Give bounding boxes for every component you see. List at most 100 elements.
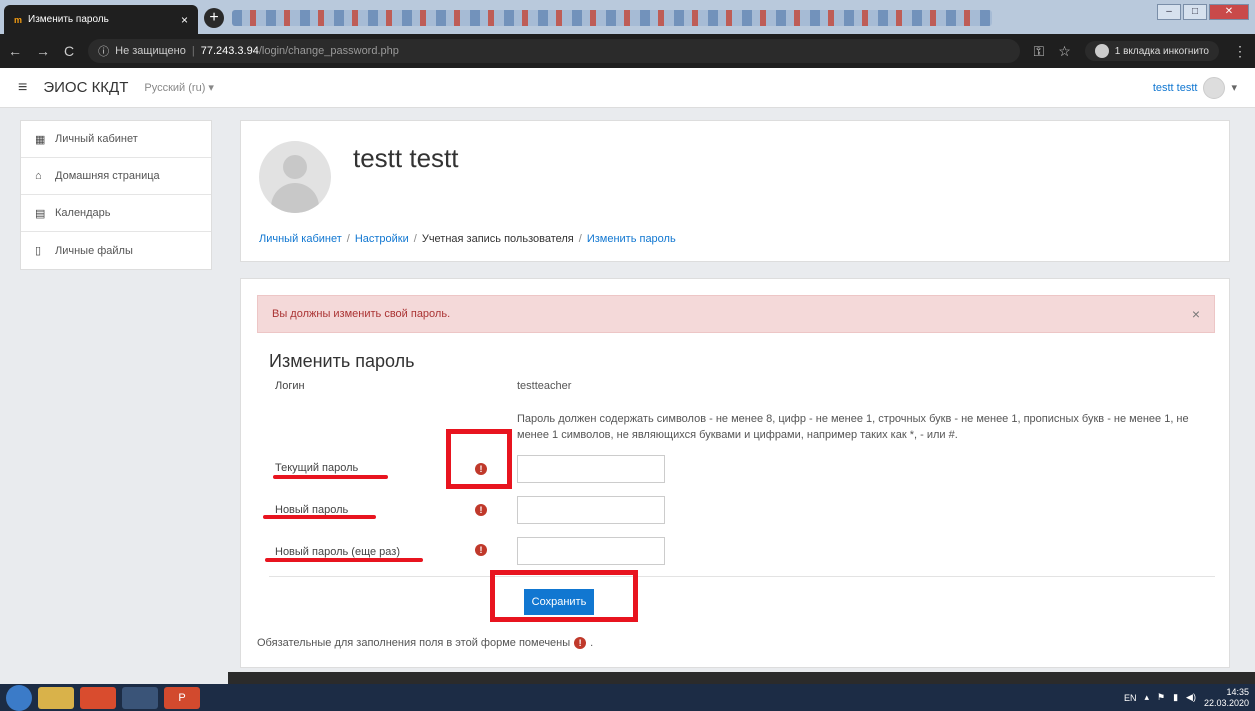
url-security-warning: Не защищено (115, 45, 186, 57)
sidebar-item-calendar[interactable]: ▤ Календарь (21, 195, 211, 232)
maximize-icon[interactable]: □ (1183, 4, 1207, 20)
incognito-label: 1 вкладка инкогнито (1114, 45, 1209, 57)
new-password-again-input[interactable] (517, 537, 665, 565)
tab-title: Изменить пароль (28, 14, 109, 25)
dashboard-icon: ▦ (35, 133, 46, 146)
back-icon[interactable]: ← (8, 43, 22, 59)
sidebar-item-home[interactable]: ⌂ Домашняя страница (21, 158, 211, 195)
browser-tab-bar: m Изменить пароль × + – □ ✕ (0, 0, 1255, 34)
sidebar-item-label: Календарь (55, 207, 111, 219)
profile-avatar (259, 141, 331, 213)
chevron-down-icon: ▾ (1231, 82, 1237, 94)
user-menu-name: testt testt (1152, 81, 1198, 94)
file-explorer-icon[interactable] (38, 686, 74, 709)
info-icon: ⓘ (98, 46, 110, 58)
required-icon: ! (574, 637, 587, 649)
annotation-box-save-button (490, 570, 638, 622)
new-tab-button[interactable]: + (204, 8, 224, 28)
url-path: /login/change_password.php (258, 45, 399, 57)
breadcrumb-change-password[interactable]: Изменить пароль (587, 233, 676, 245)
clock[interactable]: 14:35 22.03.2020 (1204, 687, 1249, 709)
key-icon[interactable]: ⚿ (1034, 43, 1045, 60)
blurred-tab-strip (232, 10, 992, 26)
address-bar: ← → C ⓘ Не защищено | 77.243.3.94/login/… (0, 34, 1255, 68)
breadcrumb-separator: / (578, 233, 582, 245)
user-avatar-icon (1203, 76, 1226, 99)
language-selector[interactable]: Русский (ru) ▾ (144, 81, 214, 94)
annotation-underline-current (273, 475, 388, 479)
minimize-icon[interactable]: – (1157, 4, 1181, 20)
close-alert-icon[interactable]: × (1192, 306, 1200, 322)
file-icon: ▯ (35, 245, 42, 257)
incognito-icon (1094, 44, 1109, 58)
window-controls: – □ ✕ (1157, 4, 1249, 20)
change-password-card: Вы должны изменить свой пароль. × Измени… (240, 278, 1230, 668)
new-password-input[interactable] (517, 496, 665, 524)
page-title: testt testt (353, 143, 459, 173)
sidebar-item-dashboard[interactable]: ▦ Личный кабинет (21, 121, 211, 158)
required-note-end: . (590, 637, 594, 649)
breadcrumb-dashboard[interactable]: Личный кабинет (259, 233, 342, 245)
reload-icon[interactable]: C (64, 43, 74, 59)
breadcrumb-account: Учетная запись пользователя (421, 233, 574, 245)
calendar-icon: ▤ (35, 207, 46, 220)
sidebar-item-label: Домашняя страница (55, 170, 160, 182)
user-menu[interactable]: testt testt ▾ (1152, 76, 1237, 99)
sidebar-item-label: Личный кабинет (55, 133, 138, 145)
forward-icon[interactable]: → (36, 43, 50, 59)
url-divider: | (191, 45, 195, 57)
required-note-text: Обязательные для заполнения поля в этой … (257, 637, 571, 649)
required-icon[interactable]: ! (475, 544, 487, 556)
required-fields-note: Обязательные для заполнения поля в этой … (257, 637, 593, 649)
home-icon: ⌂ (35, 170, 42, 182)
page-header: testt testt Личный кабинет / Настройки / Уче… (240, 120, 1230, 262)
tray-arrow-icon[interactable]: ▴ (1144, 692, 1149, 703)
url-field[interactable]: ⓘ Не защищено | 77.243.3.94/login/change… (88, 39, 1020, 63)
system-tray: EN ▴ ⚑ ▮ ◀) 14:35 22.03.2020 (1124, 687, 1249, 709)
form-title: Изменить пароль (269, 351, 415, 371)
close-tab-icon[interactable]: × (181, 13, 188, 27)
required-icon[interactable]: ! (475, 504, 487, 516)
form-divider (269, 576, 1215, 577)
breadcrumb-separator: / (346, 233, 350, 245)
breadcrumb-preferences[interactable]: Настройки (355, 233, 409, 245)
hamburger-menu-icon[interactable]: ≡ (18, 79, 27, 97)
flag-icon[interactable]: ⚑ (1157, 692, 1165, 703)
current-password-label: Текущий пароль (275, 462, 359, 474)
browser-tab-active[interactable]: m Изменить пароль × (4, 5, 198, 34)
chrome-icon[interactable] (80, 686, 116, 709)
page-footer (228, 672, 1255, 684)
site-header: ≡ ЭИОС ККДТ Русский (ru) ▾ testt testt ▾ (0, 68, 1255, 108)
login-label: Логин (275, 380, 305, 392)
network-icon[interactable]: ▮ (1173, 692, 1178, 703)
current-password-input[interactable] (517, 455, 665, 483)
annotation-box-required-icon (446, 429, 512, 489)
breadcrumb-separator: / (413, 233, 417, 245)
alert-must-change-password: Вы должны изменить свой пароль. × (257, 295, 1215, 333)
incognito-indicator[interactable]: 1 вкладка инкогнито (1084, 41, 1219, 61)
url-host: 77.243.3.94 (200, 45, 259, 57)
left-navigation: ▦ Личный кабинет ⌂ Домашняя страница ▤ К… (20, 120, 212, 270)
sidebar-item-label: Личные файлы (55, 244, 133, 257)
moodle-favicon-icon: m (14, 14, 23, 25)
clock-date: 22.03.2020 (1203, 697, 1249, 708)
language-indicator[interactable]: EN (1124, 693, 1137, 703)
windows-taskbar: P EN ▴ ⚑ ▮ ◀) 14:35 22.03.2020 (0, 684, 1255, 711)
clock-time: 14:35 (1226, 686, 1249, 697)
annotation-underline-new (263, 515, 376, 519)
password-rules: Пароль должен содержать символов - не ме… (517, 413, 1189, 441)
site-brand[interactable]: ЭИОС ККДТ (43, 79, 128, 96)
new-password-again-label: Новый пароль (еще раз) (275, 546, 400, 558)
powerpoint-icon[interactable]: P (164, 686, 200, 709)
close-window-icon[interactable]: ✕ (1209, 4, 1249, 20)
volume-icon[interactable]: ◀) (1186, 692, 1196, 703)
breadcrumb: Личный кабинет / Настройки / Учетная запись … (259, 233, 676, 245)
windows-start-icon[interactable] (6, 684, 32, 711)
sidebar-item-private-files[interactable]: ▯ Личные файлы (21, 232, 211, 269)
alert-text: Вы должны изменить свой пароль. (272, 308, 451, 320)
folder-icon[interactable] (122, 686, 158, 709)
login-value: testteacher (517, 380, 572, 392)
bookmark-star-icon[interactable]: ☆ (1058, 43, 1071, 60)
annotation-underline-new-again (265, 558, 423, 562)
menu-dots-icon[interactable]: ⋮ (1233, 43, 1247, 60)
